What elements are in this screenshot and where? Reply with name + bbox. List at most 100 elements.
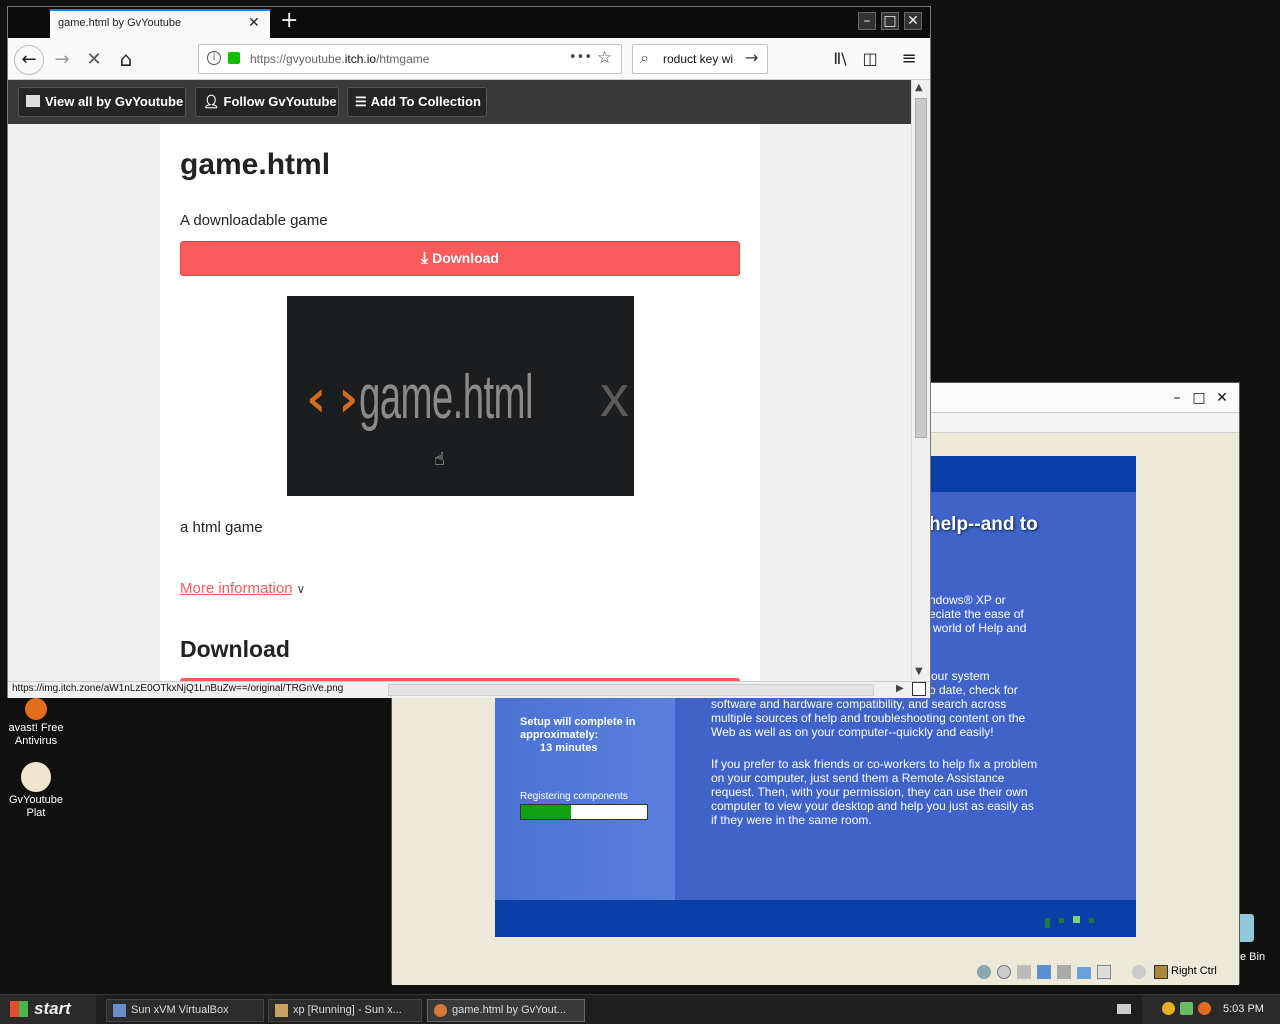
search-bar[interactable]: ⌕ roduct key wi → [632, 44, 768, 74]
desktop-icon-label: GvYoutube [8, 794, 64, 806]
mouse-integration-icon[interactable] [1132, 965, 1146, 979]
desktop-icon-label: avast! Free [8, 722, 64, 734]
download-button[interactable]: ⤓ Download [180, 241, 740, 276]
taskbar-item-xp-running[interactable]: xp [Running] - Sun x... [268, 999, 422, 1022]
horizontal-scrollbar[interactable] [388, 684, 874, 696]
game-banner-image[interactable]: ‹› game.html x [287, 296, 634, 496]
xp-text-line: world of Help and [933, 621, 1027, 635]
maximize-button[interactable]: □ [1189, 388, 1209, 408]
setup-progress-bar [520, 804, 648, 820]
scroll-down-arrow[interactable]: ▼ [915, 666, 923, 677]
usb-icon[interactable] [1057, 965, 1071, 979]
follow-label: Follow GvYoutube [223, 94, 337, 109]
tab-title: game.html by GvYoutube [58, 17, 182, 29]
home-button[interactable]: ⌂ [112, 45, 140, 73]
back-button[interactable]: ← [14, 45, 44, 75]
scroll-thumb[interactable] [915, 98, 927, 438]
search-tray-icon[interactable] [1198, 1002, 1211, 1015]
desktop-icon-avast[interactable]: avast! Free Antivirus [0, 698, 72, 748]
page-actions-button[interactable]: ••• [569, 50, 592, 65]
game-page: game.html A downloadable game ⤓ Download … [160, 124, 760, 681]
start-button[interactable]: start [0, 995, 96, 1024]
url-bar[interactable]: i https://gvyoutube.itch.io/htmgame ••• … [198, 44, 622, 74]
xp-progress-dots [1045, 916, 1105, 928]
scroll-up-arrow[interactable]: ▲ [915, 82, 923, 93]
virtualbox-icon [113, 1004, 126, 1017]
bookmark-star-icon[interactable]: ☆ [597, 48, 612, 68]
vm-icon [275, 1004, 288, 1017]
display-icon[interactable] [1097, 965, 1111, 979]
xp-text-line: eciate the ease of [929, 607, 1024, 621]
add-collection-button[interactable]: ☰ Add To Collection [347, 87, 487, 117]
search-go-icon[interactable]: → [745, 48, 758, 67]
setup-time-line2: approximately: [520, 729, 599, 741]
xp-text-line: on your computer, just send them a Remot… [711, 771, 1005, 785]
xp-bottom-band [495, 900, 1136, 937]
sidebar-icon[interactable]: ◫ [856, 45, 884, 73]
taskbar-item-browser[interactable]: game.html by GvYout... [427, 999, 585, 1022]
search-input[interactable]: roduct key wi [663, 52, 733, 66]
chrome-tray-icon[interactable] [1162, 1002, 1175, 1015]
vertical-scrollbar[interactable]: ▲ ▼ [911, 80, 930, 680]
download-button-label: Download [432, 250, 499, 266]
xp-para3: If you prefer to ask friends or co-worke… [711, 757, 1131, 827]
tab-close-icon[interactable]: ✕ [248, 15, 260, 31]
registering-label: Registering components [520, 791, 628, 802]
close-button[interactable]: ✕ [1212, 388, 1232, 408]
view-all-button[interactable]: View all by GvYoutube [18, 87, 186, 117]
tab-bar: game.html by GvYoutube ✕ + – □ ✕ [8, 7, 930, 38]
more-information-link[interactable]: More information ∨ [180, 580, 305, 597]
hdd-icon[interactable] [977, 965, 991, 979]
code-brackets-icon: ‹› [301, 369, 364, 429]
xp-text-line: request. Then, with your permission, the… [711, 785, 1028, 799]
url-text[interactable]: https://gvyoutube.itch.io/htmgame [250, 52, 429, 66]
banner-text: game.html [359, 363, 534, 432]
taskbar: start Sun xVM VirtualBox xp [Running] - … [0, 994, 1280, 1024]
url-domain: itch.io [344, 52, 377, 66]
desktop-icon-gvyoutube[interactable]: GvYoutube Plat [0, 762, 72, 820]
clock: 5:03 PM [1223, 1003, 1264, 1015]
minimize-button[interactable]: – [1167, 388, 1187, 408]
close-button[interactable]: ✕ [904, 12, 922, 30]
browser-window[interactable]: game.html by GvYoutube ✕ + – □ ✕ ← → ✕ ⌂… [7, 6, 931, 698]
menu-icon[interactable]: ≡ [895, 45, 923, 73]
shared-folder-icon[interactable] [1077, 967, 1091, 979]
lock-icon[interactable] [228, 52, 240, 64]
hand-cursor-icon: ☝ [434, 449, 445, 470]
minimize-button[interactable]: – [858, 12, 876, 30]
add-user-icon: 👤︎ [203, 94, 220, 109]
floppy-icon[interactable] [1017, 965, 1031, 979]
start-label: start [34, 999, 71, 1018]
page-subtitle: A downloadable game [180, 212, 328, 229]
more-info-label: More information [180, 580, 293, 597]
firefox-icon [434, 1004, 447, 1017]
system-tray: 5:03 PM [1142, 995, 1280, 1024]
nav-bar: ← → ✕ ⌂ i https://gvyoutube.itch.io/htmg… [8, 38, 930, 80]
desktop-icon-label: Plat [26, 807, 46, 819]
view-all-label: View all by GvYoutube [45, 94, 184, 109]
keyboard-icon[interactable] [1117, 1004, 1131, 1014]
url-prefix: https://gvyoutube. [250, 52, 345, 66]
maximize-button[interactable]: □ [881, 12, 899, 30]
xp-text-line: software and hardware compatibility, and… [711, 697, 1007, 711]
status-bar: https://img.itch.zone/aW1nLzE0OTkxNjQ1Ln… [8, 681, 930, 698]
follow-button[interactable]: 👤︎ Follow GvYoutube [195, 87, 339, 117]
stop-loading-button[interactable]: ✕ [80, 46, 108, 74]
library-icon[interactable]: Ⅱ\ [826, 45, 854, 73]
scroll-right-arrow[interactable]: ▶ [896, 683, 904, 694]
vm-statusbar: Right Ctrl [392, 959, 1239, 985]
vm-status-icons [977, 965, 1137, 979]
forward-button[interactable]: → [48, 46, 76, 74]
network-tray-icon[interactable] [1180, 1002, 1193, 1015]
setup-time-line1: Setup will complete in [520, 716, 636, 728]
host-key-icon [1154, 965, 1168, 979]
taskbar-item-virtualbox[interactable]: Sun xVM VirtualBox [106, 999, 264, 1022]
new-tab-button[interactable]: + [280, 8, 298, 34]
download-heading: Download [180, 636, 290, 662]
xp-text-line: If you prefer to ask friends or co-worke… [711, 757, 1038, 771]
tab-game-html[interactable]: game.html by GvYoutube ✕ [50, 9, 270, 38]
info-icon[interactable]: i [207, 51, 221, 65]
network-icon[interactable] [1037, 965, 1051, 979]
resize-grip[interactable] [912, 682, 926, 696]
cd-icon[interactable] [997, 965, 1011, 979]
